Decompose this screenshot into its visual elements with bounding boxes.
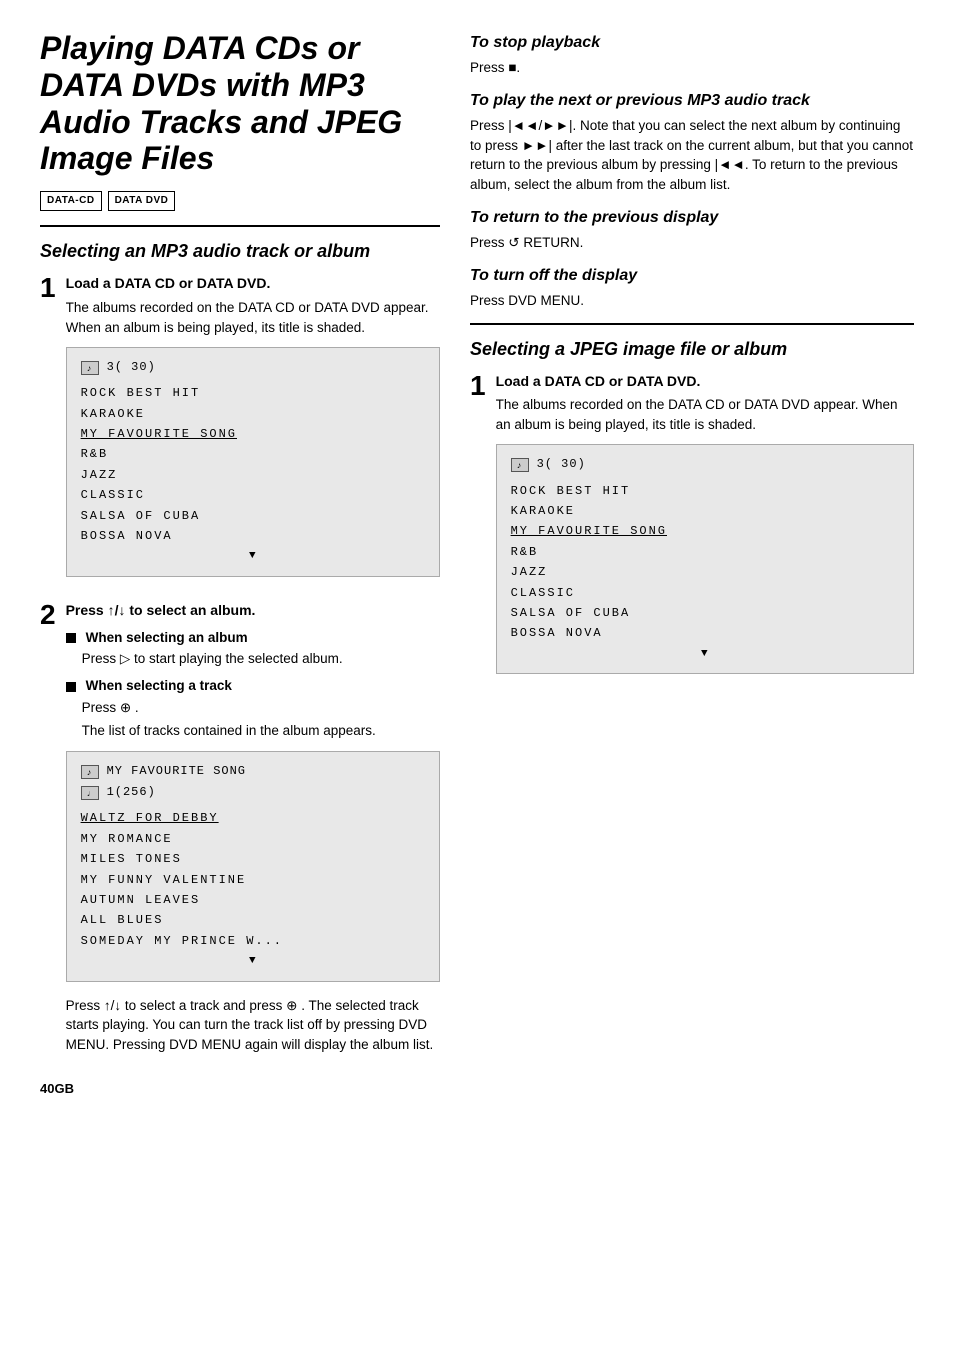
jpeg-step1-label: Load a DATA CD or DATA DVD. [496, 372, 914, 392]
lcd1-row-7: BOSSA NOVA [81, 526, 425, 546]
lcd1-row-2: MY FAVOURITE SONG [81, 424, 425, 444]
turnoff-body: Press DVD MENU. [470, 291, 914, 311]
lcd2-arrow: ▼ [81, 953, 425, 971]
step1-label: Load a DATA CD or DATA DVD. [66, 274, 440, 294]
lcd2-row-6: SOMEDAY MY PRINCE W... [81, 931, 425, 951]
lcd3-row-0: ROCK BEST HIT [511, 481, 899, 501]
lcd1-header-text: 3( 30) [107, 358, 156, 377]
stop-title: To stop playback [470, 32, 914, 54]
lcd3-row-1: KARAOKE [511, 501, 899, 521]
turnoff-body-text: Press DVD MENU. [470, 291, 914, 311]
lcd2-header-text2: 1(256) [107, 783, 156, 802]
step2-number: 2 [40, 601, 56, 629]
next-body: Press |◄◄/►►|. Note that you can select … [470, 116, 914, 194]
jpeg-step1-body: The albums recorded on the DATA CD or DA… [496, 395, 914, 434]
lcd1-row-6: SALSA OF CUBA [81, 506, 425, 526]
sub-step-album-body: Press ▷ to start playing the selected al… [82, 650, 440, 669]
lcd2-row-1: MY ROMANCE [81, 829, 425, 849]
page-title: Playing DATA CDs or DATA DVDs with MP3 A… [40, 30, 440, 177]
lcd3-arrow: ▼ [511, 646, 899, 664]
sub-step-track-title: When selecting a track [66, 677, 440, 696]
section1-title: Selecting an MP3 audio track or album [40, 239, 440, 264]
step1-number: 1 [40, 274, 56, 302]
lcd3-icon: ♪ [511, 458, 529, 472]
lcd3-row-6: SALSA OF CUBA [511, 603, 899, 623]
lcd3-header-text: 3( 30) [537, 455, 586, 474]
step2-container: 2 Press ↑/↓ to select an album. When sel… [40, 601, 440, 1064]
lcd3-row-3: R&B [511, 542, 899, 562]
sub-step-track-title-text: When selecting a track [86, 677, 232, 696]
lcd2-header-text1: MY FAVOURITE SONG [107, 762, 246, 781]
sub-step-album: When selecting an album Press ▷ to start… [66, 629, 440, 670]
lcd3-row-4: JAZZ [511, 562, 899, 582]
lcd2-icon1: ♪ [81, 765, 99, 779]
page: Playing DATA CDs or DATA DVDs with MP3 A… [0, 0, 954, 1352]
step1-body: The albums recorded on the DATA CD or DA… [66, 298, 440, 337]
lcd3-row-7: BOSSA NOVA [511, 623, 899, 643]
lcd-box-2: ♪ MY FAVOURITE SONG ♩ 1(256) WALTZ FOR D… [66, 751, 440, 982]
sub-step-track-body2: The list of tracks contained in the albu… [82, 722, 440, 741]
next-title: To play the next or previous MP3 audio t… [470, 90, 914, 112]
jpeg-step1-number: 1 [470, 372, 486, 400]
lcd2-row-0: WALTZ FOR DEBBY [81, 808, 425, 828]
bullet2-icon [66, 682, 76, 692]
lcd1-row-0: ROCK BEST HIT [81, 383, 425, 403]
sub-step-track-body: Press ⊕ . [82, 699, 440, 718]
sub-step-album-title: When selecting an album [66, 629, 440, 648]
lcd2-row-5: ALL BLUES [81, 910, 425, 930]
lcd3-row-5: CLASSIC [511, 583, 899, 603]
lcd1-icon: ♪ [81, 361, 99, 375]
step1-container: 1 Load a DATA CD or DATA DVD. The albums… [40, 274, 440, 591]
lcd-box-3: ♪ 3( 30) ROCK BEST HIT KARAOKE MY FAVOUR… [496, 444, 914, 674]
right-divider [470, 323, 914, 325]
top-divider [40, 225, 440, 227]
lcd1-row-4: JAZZ [81, 465, 425, 485]
step2-label: Press ↑/↓ to select an album. [66, 601, 440, 621]
lcd2-row-3: MY FUNNY VALENTINE [81, 870, 425, 890]
bullet-icon [66, 633, 76, 643]
left-column: Playing DATA CDs or DATA DVDs with MP3 A… [40, 30, 440, 1322]
lcd3-row-2: MY FAVOURITE SONG [511, 521, 899, 541]
section2-title: Selecting a JPEG image file or album [470, 337, 914, 362]
lcd1-row-1: KARAOKE [81, 404, 425, 424]
return-body: Press ↺ RETURN. [470, 233, 914, 253]
lcd-box-1: ♪ 3( 30) ROCK BEST HIT KARAOKE MY FAVOUR… [66, 347, 440, 577]
jpeg-step1-container: 1 Load a DATA CD or DATA DVD. The albums… [470, 372, 914, 689]
badge-container: DATA-CD DATA DVD [40, 191, 440, 211]
badge-data-cd: DATA-CD [40, 191, 102, 211]
lcd1-row-3: R&B [81, 444, 425, 464]
stop-body-text: Press ■. [470, 58, 914, 78]
right-column: To stop playback Press ■. To play the ne… [470, 30, 914, 1322]
page-footer: 40GB [40, 1080, 440, 1098]
return-title: To return to the previous display [470, 207, 914, 229]
sub-step-track: When selecting a track Press ⊕ . The lis… [66, 677, 440, 741]
lcd1-row-5: CLASSIC [81, 485, 425, 505]
lcd1-arrow: ▼ [81, 548, 425, 566]
badge-data-dvd: DATA DVD [108, 191, 176, 211]
sub-step-album-title-text: When selecting an album [86, 629, 248, 648]
stop-body: Press ■. [470, 58, 914, 78]
lcd2-row-4: AUTUMN LEAVES [81, 890, 425, 910]
turnoff-title: To turn off the display [470, 265, 914, 287]
lcd2-row-2: MILES TONES [81, 849, 425, 869]
step2-footer: Press ↑/↓ to select a track and press ⊕ … [66, 996, 440, 1055]
return-body-text: Press ↺ RETURN. [470, 233, 914, 253]
lcd2-icon2: ♩ [81, 786, 99, 800]
next-body-text: Press |◄◄/►►|. Note that you can select … [470, 116, 914, 194]
